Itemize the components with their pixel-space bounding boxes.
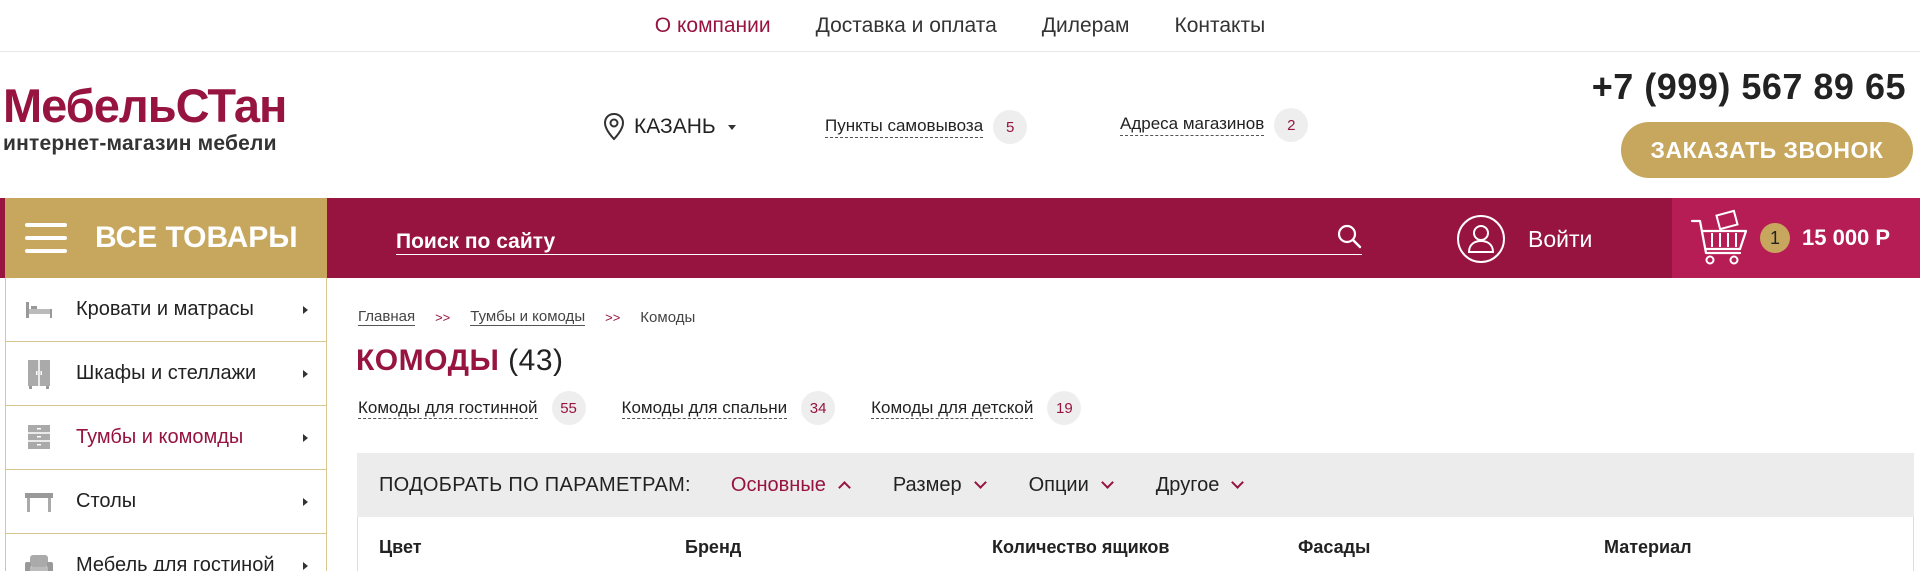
sidebar-item-label: Столы <box>76 490 137 512</box>
cart-count-badge: 1 <box>1760 223 1790 253</box>
login-label: Войти <box>1528 225 1593 252</box>
sidebar-item-label: Шкафы и стеллажи <box>76 362 257 384</box>
caret-right-icon <box>303 369 308 378</box>
page-title: КОМОДЫ (43) <box>356 344 564 378</box>
subcategory-label: Комоды для гостинной <box>358 397 538 419</box>
sidebar-item-label: Кровати и матрасы <box>76 298 254 320</box>
filter-tab-label: Размер <box>892 473 962 496</box>
order-callback-button[interactable]: ЗАКАЗАТЬ ЗВОНОК <box>1621 122 1913 178</box>
filter-tab-size[interactable]: Размер <box>892 473 987 497</box>
store-addresses-link[interactable]: Адреса магазинов 2 <box>1120 108 1309 142</box>
breadcrumb-separator: >> <box>435 309 451 325</box>
subcategory-count: 55 <box>551 391 586 425</box>
caret-right-icon <box>303 497 308 506</box>
bed-icon <box>24 295 54 325</box>
filter-tab-options[interactable]: Опции <box>1028 473 1114 497</box>
breadcrumb-separator: >> <box>605 309 621 325</box>
login-button[interactable]: Войти <box>1456 214 1592 264</box>
sidebar-item-wardrobes[interactable]: Шкафы и стеллажи <box>6 342 326 406</box>
subcategory-list: Комоды для гостинной 55 Комоды для спаль… <box>358 391 1082 425</box>
subcategory-label: Комоды для спальни <box>621 397 788 419</box>
filter-tab-label: Опции <box>1028 473 1089 496</box>
filter-field-material[interactable]: Материал <box>1604 537 1692 558</box>
nav-about[interactable]: О компании <box>655 14 771 38</box>
filter-field-brand[interactable]: Бренд <box>685 537 741 558</box>
phone-number[interactable]: +7 (999) 567 89 65 <box>1592 66 1906 108</box>
sidebar-item-beds[interactable]: Кровати и матрасы <box>6 278 326 342</box>
filter-bar: ПОДОБРАТЬ ПО ПАРАМЕТРАМ: Основные Размер… <box>357 453 1914 517</box>
subcategory-living-room[interactable]: Комоды для гостинной 55 <box>358 391 586 425</box>
breadcrumb-home[interactable]: Главная <box>358 308 416 326</box>
filter-tab-label: Основные <box>730 473 826 496</box>
nav-contacts[interactable]: Контакты <box>1174 14 1265 38</box>
location-pin-icon <box>603 112 625 141</box>
user-icon <box>1457 215 1505 263</box>
sidebar-item-dressers[interactable]: Тумбы и комомды <box>6 406 326 470</box>
chevron-up-icon <box>837 481 851 494</box>
all-goods-label: ВСЕ ТОВАРЫ <box>95 221 298 254</box>
nav-dealers[interactable]: Дилерам <box>1042 14 1130 38</box>
sidebar-item-living-room[interactable]: Мебель для гостиной <box>6 534 326 571</box>
chevron-down-icon <box>1100 476 1114 489</box>
hamburger-icon <box>25 223 67 253</box>
category-sidebar: Кровати и матрасы Шкафы и стеллажи Тумбы… <box>5 278 327 571</box>
cart-button[interactable]: 1 15 000 Р <box>1672 198 1920 278</box>
filter-tab-other[interactable]: Другое <box>1155 473 1245 497</box>
subcategory-kids[interactable]: Комоды для детской 19 <box>871 391 1082 425</box>
pickup-points-label: Пункты самовывоза <box>825 116 984 138</box>
subcategory-count: 19 <box>1047 391 1082 425</box>
city-selector[interactable]: КАЗАНЬ <box>602 112 736 142</box>
pickup-points-count: 5 <box>993 110 1028 144</box>
logo-tagline: интернет-магазин мебели <box>3 132 277 155</box>
top-nav: О компании Доставка и оплата Дилерам Кон… <box>0 0 1920 52</box>
subcategory-bedroom[interactable]: Комоды для спальни 34 <box>621 391 836 425</box>
nav-delivery[interactable]: Доставка и оплата <box>816 14 997 38</box>
search-input[interactable] <box>396 215 1296 254</box>
sidebar-item-label: Мебель для гостиной <box>76 554 275 571</box>
wardrobe-icon <box>24 359 54 389</box>
filter-tab-main[interactable]: Основные <box>730 473 851 497</box>
breadcrumb-current: Комоды <box>640 308 696 326</box>
caret-right-icon <box>303 305 308 314</box>
sidebar-item-label: Тумбы и комомды <box>76 426 244 448</box>
logo[interactable]: МебельСТан интернет-магазин мебели <box>3 79 287 156</box>
filter-field-drawers[interactable]: Количество ящиков <box>992 537 1170 558</box>
page-title-text: КОМОДЫ <box>356 344 500 377</box>
subcategory-count: 34 <box>801 391 836 425</box>
breadcrumb-parent[interactable]: Тумбы и комоды <box>470 308 586 326</box>
filter-title: ПОДОБРАТЬ ПО ПАРАМЕТРАМ: <box>379 473 691 496</box>
armchair-icon <box>24 551 54 571</box>
store-addresses-count: 2 <box>1274 108 1309 142</box>
filter-field-color[interactable]: Цвет <box>379 537 422 558</box>
search-box <box>396 215 1362 255</box>
table-icon <box>24 487 54 517</box>
caret-right-icon <box>303 561 308 570</box>
filter-tab-label: Другое <box>1155 473 1220 496</box>
sidebar-item-tables[interactable]: Столы <box>6 470 326 534</box>
logo-text: МебельСТан <box>3 79 287 132</box>
search-icon[interactable] <box>1336 223 1362 249</box>
chevron-down-icon <box>1231 476 1245 489</box>
breadcrumb: Главная >> Тумбы и комоды >> Комоды <box>358 308 695 326</box>
filter-fields: Цвет Бренд Количество ящиков Фасады Мате… <box>357 517 1914 571</box>
caret-right-icon <box>303 433 308 442</box>
filter-field-facades[interactable]: Фасады <box>1298 537 1370 558</box>
all-goods-button[interactable]: ВСЕ ТОВАРЫ <box>5 198 327 278</box>
pickup-points-link[interactable]: Пункты самовывоза 5 <box>825 110 1028 144</box>
page-title-count: (43) <box>508 344 564 377</box>
chevron-down-icon <box>973 476 987 489</box>
store-addresses-label: Адреса магазинов <box>1120 114 1265 136</box>
caret-down-icon <box>727 124 736 130</box>
cart-icon <box>1690 209 1748 265</box>
subcategory-label: Комоды для детской <box>871 397 1034 419</box>
cart-sum: 15 000 Р <box>1802 225 1891 250</box>
dresser-icon <box>24 423 54 453</box>
city-name: КАЗАНЬ <box>634 115 716 138</box>
